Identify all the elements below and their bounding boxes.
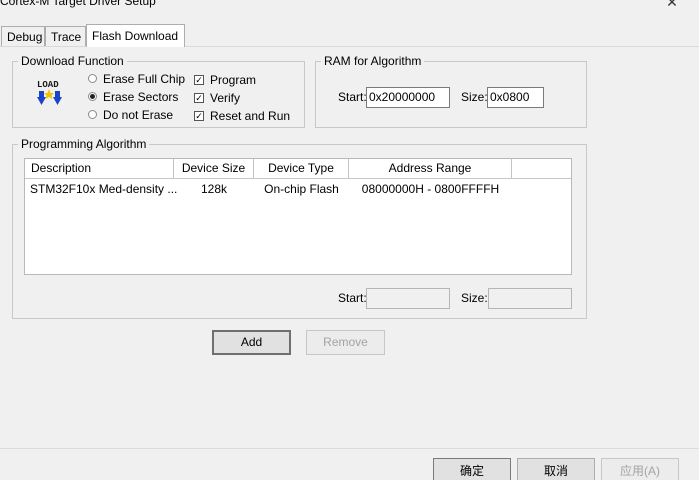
erase-full-chip-radio[interactable] [88, 74, 97, 83]
add-button[interactable]: Add [212, 330, 291, 355]
dialog-window: Cortex-M Target Driver Setup ✕ Debug Tra… [0, 0, 699, 480]
program-label: Program [210, 73, 257, 87]
load-icon: LOAD [37, 78, 65, 106]
window-title: Cortex-M Target Driver Setup [0, 0, 156, 8]
row-device-size: 128k [200, 182, 228, 196]
ram-start-input[interactable]: 0x20000000 [366, 87, 450, 108]
ok-button[interactable]: 确定 [433, 458, 511, 480]
column-header-device-type[interactable]: Device Type [254, 159, 349, 179]
programming-algorithm-legend: Programming Algorithm [18, 137, 150, 151]
column-header-empty [512, 159, 571, 179]
verify-checkbox[interactable]: ✓ [194, 93, 204, 103]
reset-and-run-label: Reset and Run [210, 109, 291, 123]
algorithm-start-label: Start: [338, 291, 367, 305]
remove-button[interactable]: Remove [306, 330, 385, 355]
ram-size-input[interactable]: 0x0800 [487, 87, 544, 108]
tab-trace[interactable]: Trace [45, 26, 86, 46]
ram-for-algorithm-legend: RAM for Algorithm [321, 54, 425, 68]
load-icon-text: LOAD [37, 80, 59, 90]
algorithm-size-input[interactable] [488, 288, 572, 309]
algorithm-size-label: Size: [461, 291, 488, 305]
program-checkbox[interactable]: ✓ [194, 75, 204, 85]
close-icon[interactable]: ✕ [662, 0, 682, 12]
do-not-erase-radio[interactable] [88, 110, 97, 119]
erase-full-chip-label: Erase Full Chip [103, 72, 186, 86]
erase-sectors-radio[interactable] [88, 92, 97, 101]
row-description: STM32F10x Med-density ... [30, 182, 178, 196]
ram-start-label: Start: [338, 90, 367, 104]
do-not-erase-label: Do not Erase [103, 108, 174, 122]
apply-button[interactable]: 应用(A) [601, 458, 679, 480]
row-device-type: On-chip Flash [264, 182, 339, 196]
algorithm-start-input[interactable] [366, 288, 450, 309]
algorithm-table[interactable]: Description Device Size Device Type Addr… [24, 158, 572, 275]
column-header-device-size[interactable]: Device Size [174, 159, 254, 179]
erase-sectors-label: Erase Sectors [103, 90, 179, 104]
column-header-description[interactable]: Description [25, 159, 174, 179]
cancel-button[interactable]: 取消 [517, 458, 595, 480]
verify-label: Verify [210, 91, 241, 105]
download-function-legend: Download Function [18, 54, 127, 68]
ram-size-label: Size: [461, 90, 488, 104]
column-header-address-range[interactable]: Address Range [349, 159, 512, 179]
row-address-range: 08000000H - 0800FFFFH [361, 182, 500, 196]
tab-flash-download[interactable]: Flash Download [86, 24, 185, 47]
table-row[interactable]: STM32F10x Med-density ... 128k On-chip F… [25, 179, 571, 197]
reset-and-run-checkbox[interactable]: ✓ [194, 111, 204, 121]
tab-debug[interactable]: Debug [1, 26, 45, 46]
